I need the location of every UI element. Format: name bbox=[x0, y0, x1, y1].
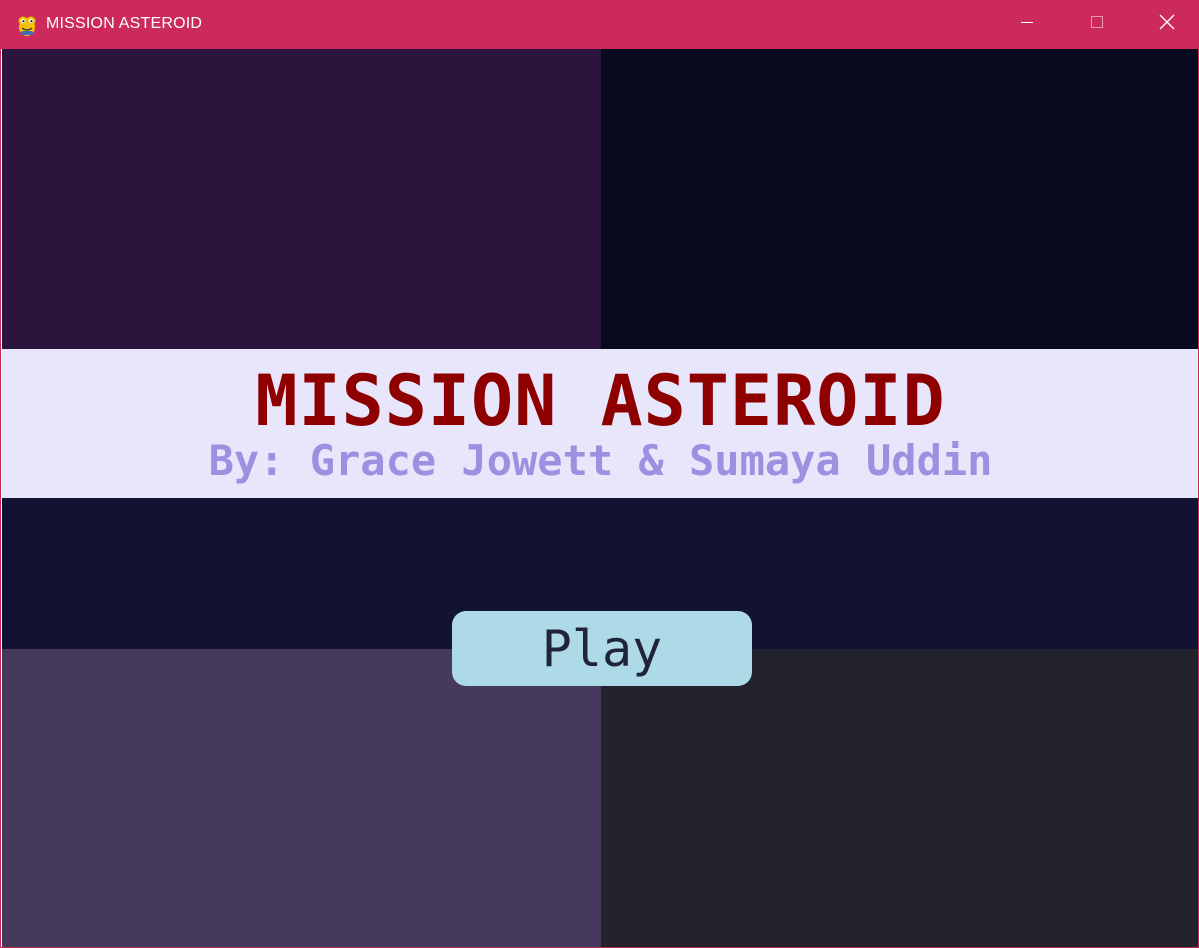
maximize-icon bbox=[1090, 15, 1104, 34]
maximize-button[interactable] bbox=[1062, 0, 1132, 49]
pygame-snake-icon bbox=[16, 13, 38, 37]
play-button-label: Play bbox=[541, 619, 663, 678]
background-quadrant-bottom-left bbox=[2, 649, 601, 947]
close-button[interactable] bbox=[1132, 0, 1198, 49]
close-icon bbox=[1159, 14, 1175, 35]
game-window: MISSION ASTEROID MISSION ASTEROID By: Gr… bbox=[0, 0, 1199, 948]
background-quadrant-top-left bbox=[2, 49, 601, 349]
window-title: MISSION ASTEROID bbox=[46, 15, 203, 32]
game-canvas: MISSION ASTEROID By: Grace Jowett & Suma… bbox=[2, 49, 1198, 947]
game-title: MISSION ASTEROID bbox=[255, 360, 946, 442]
background-quadrant-bottom-right bbox=[601, 649, 1198, 947]
credits-text: By: Grace Jowett & Sumaya Uddin bbox=[208, 436, 993, 485]
title-banner: MISSION ASTEROID By: Grace Jowett & Suma… bbox=[2, 349, 1198, 498]
minimize-button[interactable] bbox=[992, 0, 1062, 49]
title-bar[interactable]: MISSION ASTEROID bbox=[1, 0, 1198, 49]
minimize-icon bbox=[1020, 15, 1034, 34]
background-quadrant-top-right bbox=[601, 49, 1198, 349]
play-button[interactable]: Play bbox=[452, 611, 752, 686]
